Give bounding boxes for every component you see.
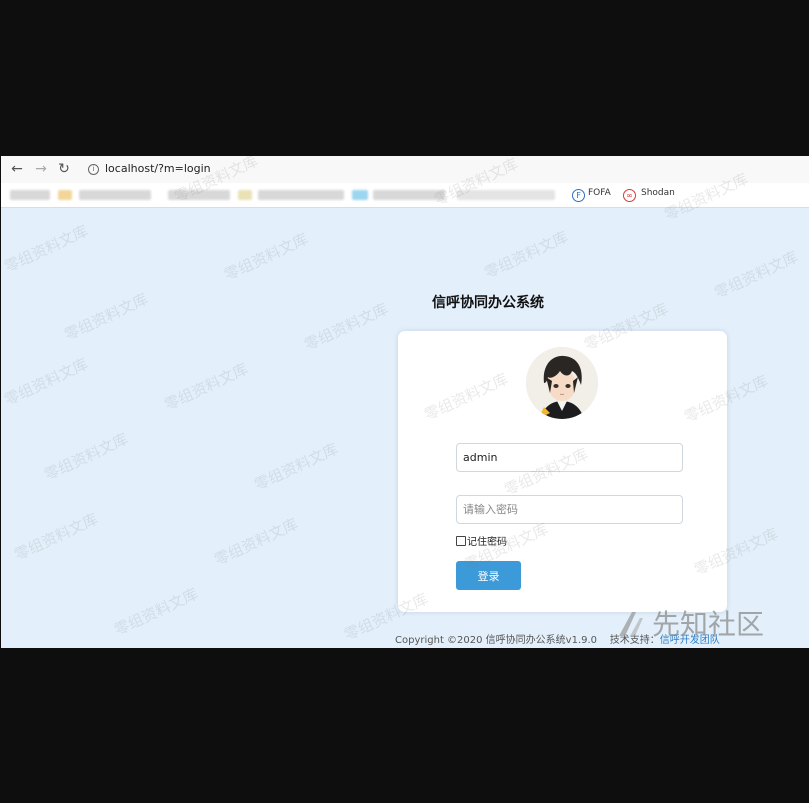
- blurred-bookmark: [457, 190, 555, 200]
- remember-label: 记住密码: [467, 537, 507, 548]
- xianzhi-logo-text: 先知社区: [652, 608, 765, 641]
- anime-avatar-icon: [526, 347, 598, 419]
- blurred-bookmark: [238, 190, 252, 200]
- back-arrow-icon[interactable]: ←: [10, 162, 24, 176]
- address-bar-url[interactable]: localhost/?m=login: [105, 162, 211, 175]
- page-title: 信呼协同办公系统: [1, 292, 809, 312]
- blurred-bookmark: [168, 190, 230, 200]
- bookmarks-bar: F FOFA ∞ Shodan: [1, 183, 809, 208]
- site-info-icon[interactable]: i: [88, 164, 99, 175]
- browser-toolbar: ← → ↻ i localhost/?m=login: [1, 156, 809, 183]
- avatar: [526, 347, 598, 419]
- username-input[interactable]: [456, 443, 683, 472]
- copyright-text: Copyright ©2020 信呼协同办公系统v1.9.0: [395, 635, 598, 646]
- blurred-bookmark: [10, 190, 50, 200]
- page-title-text: 信呼协同办公系统: [432, 295, 544, 311]
- blurred-bookmark: [352, 190, 368, 200]
- shodan-icon[interactable]: ∞: [623, 189, 636, 202]
- xianzhi-logo: 先知社区: [616, 603, 764, 643]
- remember-password[interactable]: 记住密码: [456, 533, 507, 548]
- bookmark-fofa[interactable]: FOFA: [588, 188, 611, 198]
- blurred-bookmark: [79, 190, 151, 200]
- fofa-icon[interactable]: F: [572, 189, 585, 202]
- forward-arrow-icon[interactable]: →: [34, 162, 48, 176]
- browser-screenshot: ← → ↻ i localhost/?m=login F FOFA ∞ Shod…: [1, 156, 809, 648]
- password-input[interactable]: [456, 495, 683, 524]
- blurred-bookmark: [373, 190, 445, 200]
- login-card: 记住密码 登录: [398, 331, 727, 612]
- reload-icon[interactable]: ↻: [57, 162, 71, 176]
- xianzhi-logo-icon: [619, 612, 643, 636]
- login-button[interactable]: 登录: [456, 561, 521, 590]
- bookmark-shodan[interactable]: Shodan: [641, 188, 675, 198]
- blurred-bookmark: [258, 190, 344, 200]
- login-page: 信呼协同办公系统 admin 记住密码 登录 Copyright ©2020 信…: [1, 208, 809, 648]
- remember-checkbox[interactable]: [456, 535, 466, 546]
- blurred-bookmark: [58, 190, 72, 200]
